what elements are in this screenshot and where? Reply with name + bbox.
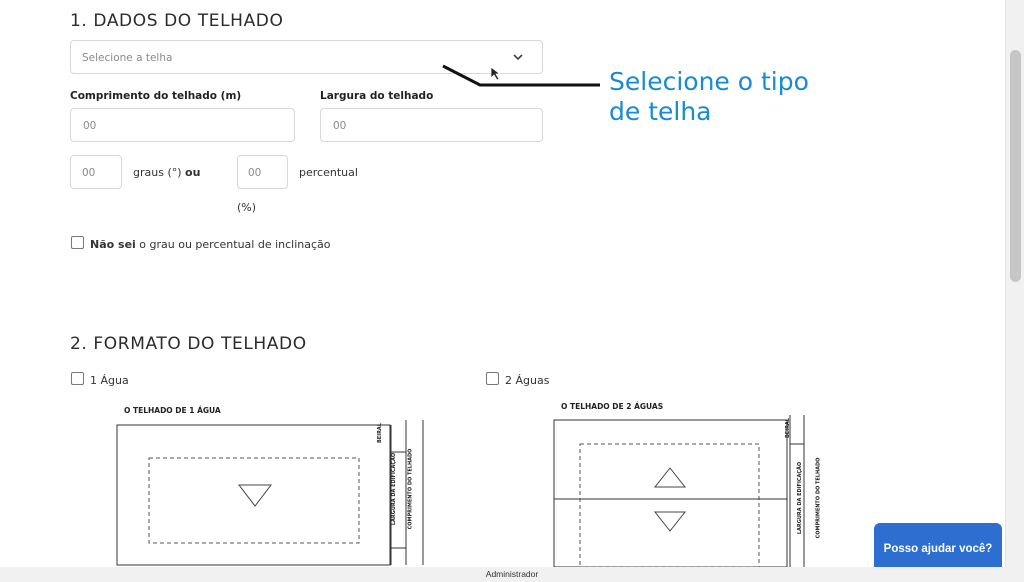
width-input[interactable]: 00: [320, 108, 543, 142]
diagram-two-slopes: [553, 415, 805, 567]
one-slope-checkbox[interactable]: [71, 372, 84, 385]
diagram-one-slope-title: O TELHADO DE 1 ÁGUA: [124, 406, 221, 415]
width-label: Largura do telhado: [320, 90, 434, 102]
footer-text: Administrador: [485, 569, 539, 579]
one-slope-label: 1 Água: [90, 374, 129, 387]
diagram-two-beiral: BEIRAL: [785, 418, 791, 438]
diagram-two-comprimento: COMPRIMENTO DO TELHADO: [815, 457, 822, 539]
degrees-label-text: graus (°): [133, 166, 182, 179]
degrees-label: graus (°) ou: [133, 166, 200, 179]
percent-label: percentual: [299, 166, 358, 179]
degrees-label-or: ou: [185, 166, 201, 179]
diagram-one-comprimento: COMPRIMENTO DO TELHADO: [407, 448, 414, 530]
percent-input-placeholder: 00: [248, 167, 262, 179]
unknown-slope-text: o grau ou percentual de inclinação: [139, 238, 331, 251]
diagram-two-largura: LARGURA DA EDIFICAÇÃO: [797, 461, 804, 535]
footer-bar: Administrador: [0, 567, 1024, 582]
annotation-text: Selecione o tipo de telha: [609, 67, 809, 127]
unknown-slope-label: Não sei o grau ou percentual de inclinaç…: [90, 238, 331, 251]
roof-tile-select-placeholder: Selecione a telha: [82, 52, 173, 64]
diagram-one-largura: LARGURA DA EDIFICAÇÃO: [391, 452, 398, 526]
unknown-slope-bold: Não sei: [90, 238, 136, 251]
percent-input[interactable]: 00: [237, 155, 288, 189]
scrollbar-thumb[interactable]: [1010, 50, 1021, 282]
section-title-dados: 1. DADOS DO TELHADO: [70, 11, 284, 31]
diagram-one-slope: [116, 420, 424, 566]
annotation-pointer-line: [442, 64, 600, 87]
annotation-line-2: de telha: [609, 97, 712, 126]
width-input-placeholder: 00: [333, 120, 347, 132]
length-input[interactable]: 00: [70, 108, 295, 142]
mouse-cursor-icon: [490, 66, 502, 81]
length-input-placeholder: 00: [83, 120, 97, 132]
help-chat-button[interactable]: Posso ajudar você?: [874, 523, 1002, 569]
diagram-one-beiral: BEIRAL: [377, 423, 383, 443]
degrees-input[interactable]: 00: [70, 155, 122, 189]
annotation-line-1: Selecione o tipo: [609, 67, 809, 96]
unknown-slope-checkbox[interactable]: [71, 236, 84, 249]
two-slope-label: 2 Águas: [505, 374, 550, 387]
two-slope-checkbox[interactable]: [486, 372, 499, 385]
percent-sign: (%): [237, 201, 257, 214]
degrees-input-placeholder: 00: [82, 167, 96, 179]
section-title-formato: 2. FORMATO DO TELHADO: [70, 334, 307, 354]
length-label: Comprimento do telhado (m): [70, 90, 242, 102]
